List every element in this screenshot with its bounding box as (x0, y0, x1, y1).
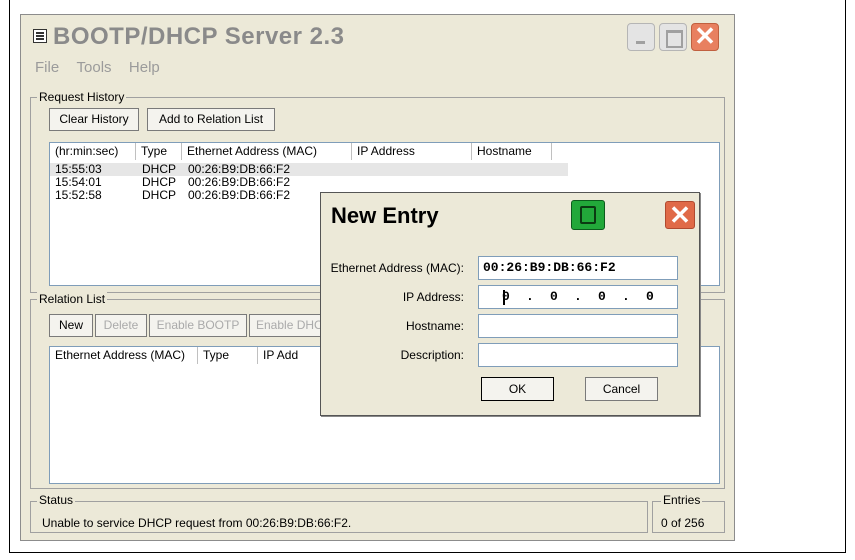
maximize-button[interactable] (659, 23, 687, 51)
ip-octet-2[interactable]: 0 (550, 289, 558, 304)
entries-value: 0 of 256 (661, 516, 705, 530)
status-message: Unable to service DHCP request from 00:2… (42, 516, 352, 530)
minimize-button[interactable] (627, 23, 655, 51)
column-header-type[interactable]: Type (198, 347, 258, 364)
delete-button[interactable]: Delete (95, 314, 147, 337)
ok-button[interactable]: OK (481, 377, 554, 401)
dialog-title: New Entry (331, 203, 439, 228)
new-button[interactable]: New (49, 314, 93, 337)
request-history-label: Request History (37, 90, 127, 104)
column-header-ip[interactable]: IP Address (352, 143, 472, 160)
row-mac: 00:26:B9:DB:66:F2 (188, 188, 291, 202)
enable-bootp-button[interactable]: Enable BOOTP (149, 314, 247, 337)
ip-dot: . (526, 289, 534, 304)
table-row[interactable]: 15:54:01 DHCP 00:26:B9:DB:66:F2 (50, 176, 568, 189)
ip-octet-4[interactable]: 0 (646, 289, 654, 304)
column-header-type[interactable]: Type (136, 143, 182, 160)
menu-tools[interactable]: Tools (77, 59, 112, 76)
dialog-close-button[interactable]: ✕ (665, 201, 695, 229)
mac-value: 00:26:B9:DB:66:F2 (483, 260, 616, 275)
description-input[interactable] (478, 343, 678, 367)
add-to-relation-list-button[interactable]: Add to Relation List (147, 108, 275, 131)
hostname-label: Hostname: (405, 319, 464, 333)
column-header-filler (552, 143, 719, 160)
mac-label: Ethernet Address (MAC): (330, 261, 464, 275)
column-header-hostname[interactable]: Hostname (472, 143, 552, 160)
description-label: Description: (400, 348, 464, 362)
row-time: 15:52:58 (55, 188, 102, 202)
printer-icon[interactable] (571, 200, 605, 230)
entries-box: Entries 0 of 256 (652, 493, 725, 533)
hostname-input[interactable] (478, 314, 678, 338)
entries-label: Entries (661, 493, 703, 507)
column-header-mac[interactable]: Ethernet Address (MAC) (50, 347, 198, 364)
title-bar[interactable]: BOOTP/DHCP Server 2.3 ✕ (21, 15, 734, 59)
ip-address-field[interactable]: 0 . 0 . 0 . 0 (478, 285, 678, 309)
new-entry-dialog: New Entry ✕ Ethernet Address (MAC): 00:2… (320, 192, 700, 416)
ip-dot: . (622, 289, 630, 304)
column-header-time[interactable]: (hr:min:sec) (50, 143, 136, 160)
window-title: BOOTP/DHCP Server 2.3 (53, 23, 345, 50)
enable-dhcp-button[interactable]: Enable DHC (249, 314, 329, 337)
menu-file[interactable]: File (35, 59, 59, 76)
cancel-button[interactable]: Cancel (585, 377, 658, 401)
relation-list-label: Relation List (37, 292, 108, 306)
status-box: Status Unable to service DHCP request fr… (30, 493, 648, 533)
menu-bar: File Tools Help (35, 59, 174, 79)
row-type: DHCP (142, 188, 177, 202)
clear-history-button[interactable]: Clear History (49, 108, 139, 131)
text-cursor (503, 290, 505, 305)
ip-dot: . (574, 289, 582, 304)
ip-octet-3[interactable]: 0 (598, 289, 606, 304)
table-row[interactable]: 15:55:03 DHCP 00:26:B9:DB:66:F2 (50, 163, 568, 176)
column-header-mac[interactable]: Ethernet Address (MAC) (182, 143, 352, 160)
close-button[interactable]: ✕ (691, 23, 719, 51)
status-label: Status (37, 493, 76, 507)
menu-help[interactable]: Help (129, 59, 160, 76)
app-icon (33, 29, 47, 43)
ip-label: IP Address: (402, 290, 464, 304)
mac-field[interactable]: 00:26:B9:DB:66:F2 (478, 256, 678, 280)
